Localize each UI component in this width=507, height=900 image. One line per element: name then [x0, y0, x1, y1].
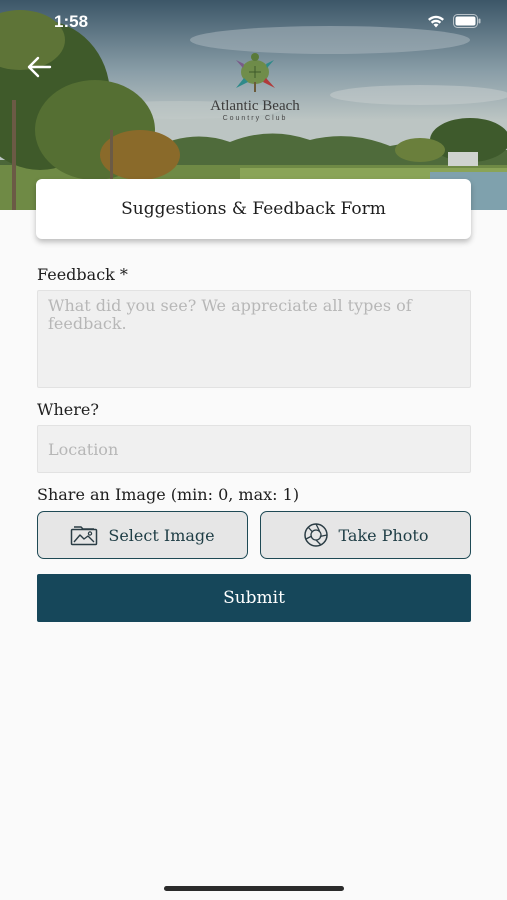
- status-time: 1:58: [54, 12, 89, 31]
- where-label: Where?: [37, 400, 99, 419]
- share-image-label: Share an Image (min: 0, max: 1): [37, 485, 300, 504]
- form-title-card: Suggestions & Feedback Form: [36, 179, 471, 239]
- home-indicator[interactable]: [164, 886, 344, 891]
- page-title: Suggestions & Feedback Form: [121, 199, 386, 219]
- battery-icon: [453, 14, 481, 28]
- club-logo: Atlantic Beach Country Club: [196, 48, 314, 128]
- feedback-textarea[interactable]: [37, 290, 471, 388]
- take-photo-label: Take Photo: [338, 525, 429, 545]
- select-image-button[interactable]: Select Image: [37, 511, 248, 559]
- status-icons: [427, 14, 481, 28]
- image-icon: [71, 526, 98, 546]
- feedback-label: Feedback *: [37, 265, 128, 284]
- turtle-logo-icon: [236, 53, 275, 92]
- select-image-label: Select Image: [108, 525, 215, 545]
- camera-aperture-icon: [303, 523, 328, 547]
- logo-subtitle: Country Club: [222, 115, 288, 122]
- take-photo-button[interactable]: Take Photo: [260, 511, 471, 559]
- logo-name: Atlantic Beach: [210, 98, 300, 114]
- location-input[interactable]: [37, 425, 471, 473]
- arrow-left-icon: [27, 56, 52, 78]
- submit-label: Submit: [223, 588, 285, 608]
- submit-button[interactable]: Submit: [37, 574, 471, 622]
- wifi-icon: [428, 15, 444, 27]
- back-button[interactable]: [22, 50, 56, 84]
